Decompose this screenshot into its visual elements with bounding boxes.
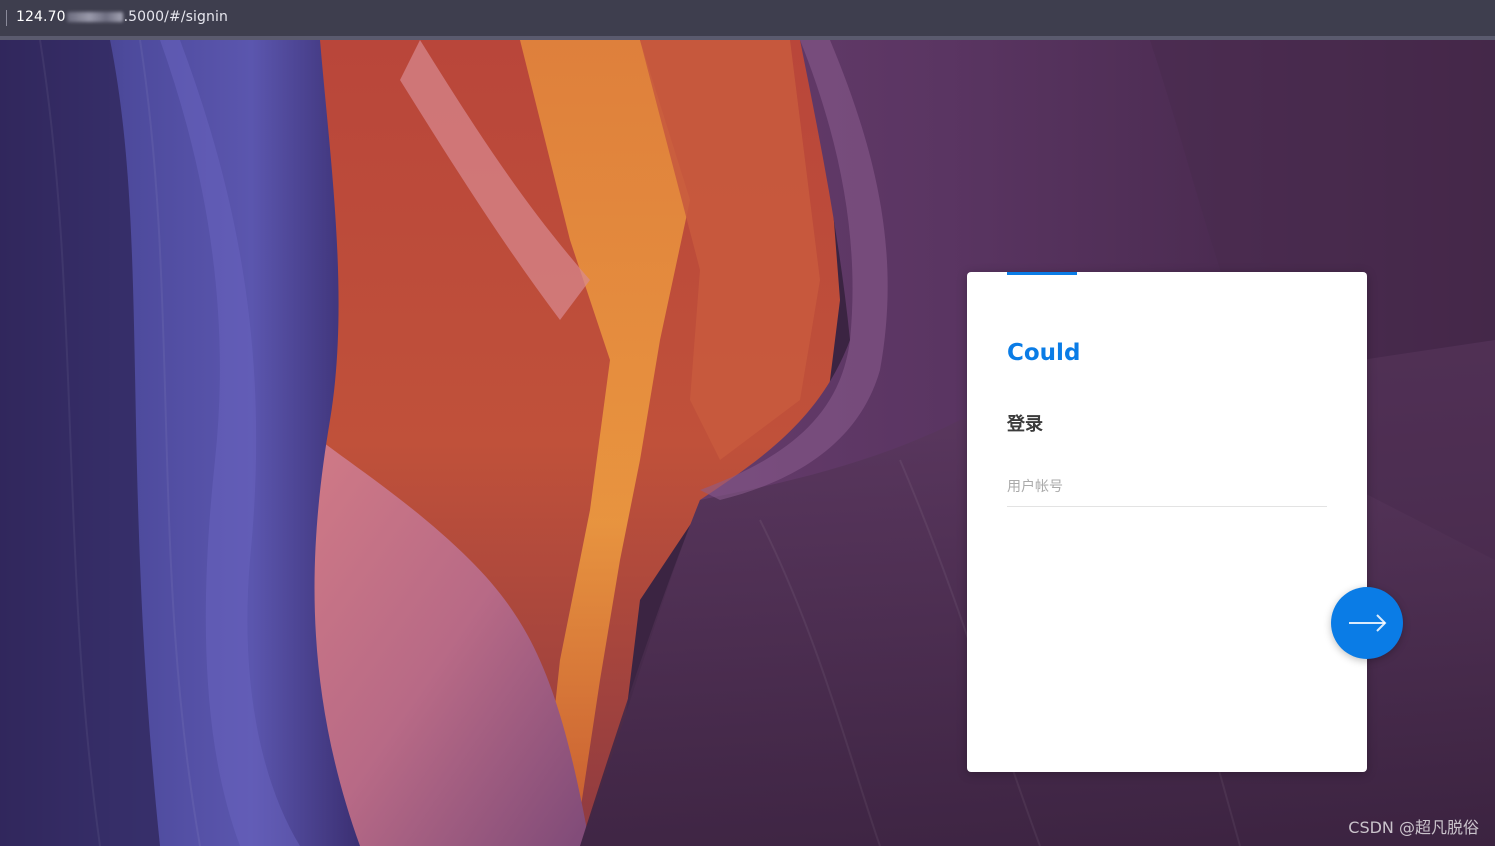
- login-card: Could 登录: [967, 272, 1367, 772]
- brand-title: Could: [1007, 340, 1081, 366]
- username-input[interactable]: [1007, 468, 1327, 507]
- arrow-right-icon: [1349, 614, 1387, 632]
- card-accent-bar: [1007, 272, 1077, 275]
- login-heading: 登录: [1007, 414, 1043, 435]
- url-text[interactable]: 124.70 .5000/#/signin: [16, 9, 228, 25]
- url-redacted-segment: [66, 12, 123, 22]
- address-bar-divider: [6, 10, 7, 26]
- url-host-start: 124.70: [16, 9, 66, 25]
- url-path: .5000/#/signin: [123, 9, 228, 25]
- browser-address-bar[interactable]: 124.70 .5000/#/signin: [0, 0, 1495, 40]
- csdn-watermark: CSDN @超凡脱俗: [1348, 818, 1479, 837]
- submit-button[interactable]: [1331, 587, 1403, 659]
